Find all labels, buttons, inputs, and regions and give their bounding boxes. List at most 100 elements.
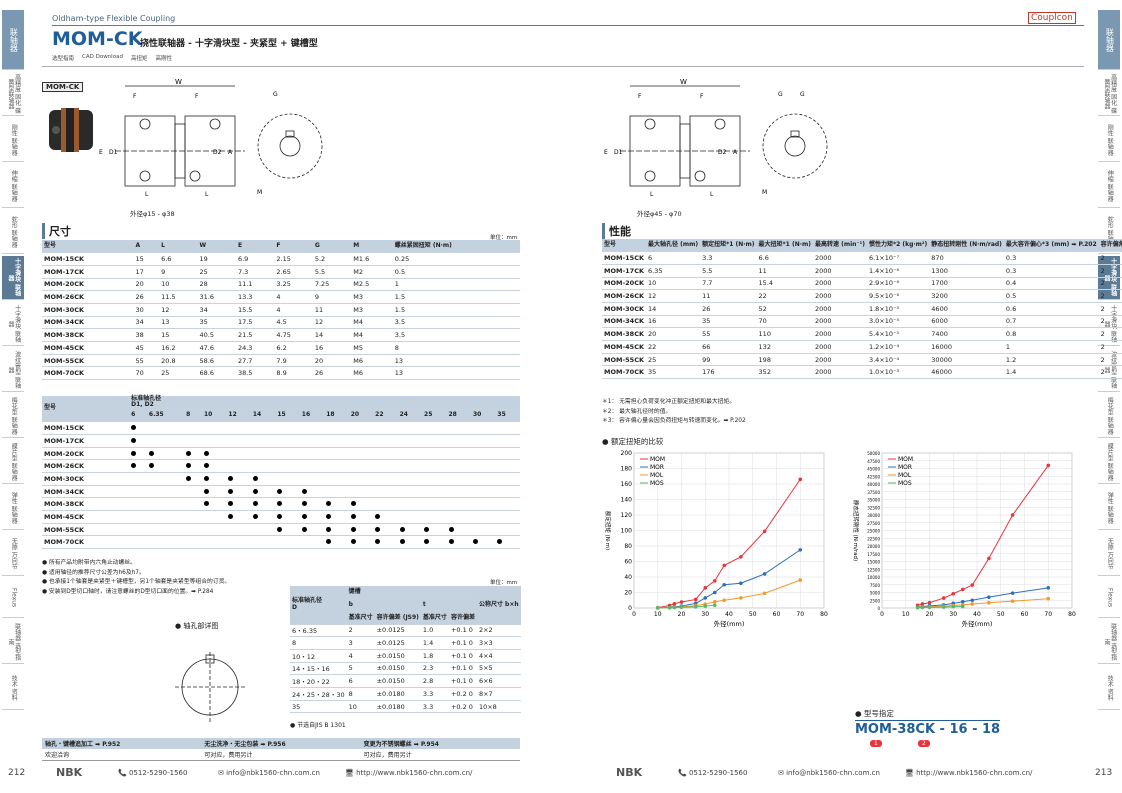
keyway-cell: 2×2 (476, 624, 521, 638)
bore-cell (397, 472, 423, 486)
dim-cell: 25 (197, 265, 236, 279)
side-tab[interactable]: 高精度 固化 碟簧型联轴器 (2, 72, 24, 116)
side-tab[interactable]: 弹性 联轴器 (1098, 486, 1120, 530)
x-tick-label: 10 (654, 611, 662, 618)
dim-cell: M4 (351, 316, 393, 330)
dim-cell: 15 (133, 252, 160, 266)
side-tab[interactable]: 梅花型 联轴器 (1098, 394, 1120, 438)
side-tab[interactable]: 十字滑块 联轴器 (2, 256, 24, 300)
perf-cell: 1.2×10⁻⁴ (866, 340, 930, 354)
keyway-std-header: 标准轴孔径 D (290, 586, 347, 625)
side-tab[interactable]: 联轴器 (1098, 10, 1120, 70)
perf-cell: 2000 (813, 340, 867, 354)
dim-cell: M3 (351, 290, 393, 304)
side-tab[interactable]: 联轴器 选型指南 (1098, 620, 1120, 664)
dim-A: A (228, 149, 233, 156)
bore-cell (146, 421, 185, 435)
x-tick-label: 80 (820, 611, 828, 618)
perf-cell: 0.5 (1003, 289, 1099, 303)
perf-cell: 2000 (813, 251, 867, 265)
bore-cell (495, 510, 520, 524)
dim-cell: M2 (351, 265, 393, 279)
side-tab[interactable]: 无隙 万向节 (2, 532, 24, 576)
footer-mail-left[interactable]: ✉ info@nbk1560-chn.com.cn (218, 769, 320, 777)
keyway-cell: 8 (290, 636, 347, 650)
note-item: ● 也承接1个轴套是夹紧型＋键槽型，另1个轴套是夹紧型等组合的订货。 (42, 579, 231, 585)
footer-mail-right[interactable]: ✉ info@nbk1560-chn.com.cn (778, 769, 880, 777)
data-point (693, 605, 698, 609)
perf-cell: 70 (756, 315, 813, 329)
side-tab[interactable]: 梅花型 联轴器 (2, 394, 24, 438)
side-tab[interactable]: 十字滑块 联轴器 (2, 302, 24, 346)
bore-cell (201, 523, 227, 537)
perf-cell: 2 (1098, 353, 1122, 367)
available-dot (375, 526, 381, 532)
service-item[interactable]: 变更为不锈钢螺丝 ➡ P.954 可对应，费用另计 (360, 738, 520, 761)
side-tab[interactable]: 膜片型 联轴器 (2, 440, 24, 484)
guide-link[interactable]: 选型指南 (52, 54, 74, 62)
side-tab[interactable]: 弹性 联轴器 (2, 486, 24, 530)
dim-header: A (133, 240, 160, 254)
perf-cell: 2 (1098, 315, 1122, 329)
bore-cell (226, 447, 251, 461)
bore-cell (397, 535, 423, 550)
dim-cell: 1 (392, 278, 520, 292)
legend-label: MOS (650, 480, 664, 487)
keyway-cell: +0.2 0 (448, 700, 477, 714)
keyway-cell: ±0.0150 (374, 662, 421, 676)
perf-cell: 12 (646, 289, 701, 303)
side-tab[interactable]: 伸缩 联轴器 (2, 164, 24, 208)
side-tab[interactable]: 联轴器 (2, 10, 24, 70)
side-tab[interactable]: 无隙 万向节 (1098, 532, 1120, 576)
bore-cell (146, 447, 185, 461)
service-item[interactable]: 无尘洗净・无尘包装 ➡ P.956 可对应，费用另计 (201, 738, 361, 761)
keyway-drawing (170, 637, 270, 732)
side-tab[interactable]: 联轴器 选型指南 (2, 620, 24, 664)
perf-cell: MOM-70CK (602, 365, 647, 380)
dim-W: W (175, 78, 182, 86)
bore-cell (299, 472, 325, 486)
side-tab[interactable]: 技术 资料 (2, 666, 24, 710)
side-tab[interactable]: 刚性 联轴器 (1098, 118, 1120, 162)
x-tick-label: 40 (725, 611, 733, 618)
cad-link[interactable]: CAD Download (82, 54, 123, 62)
service-item[interactable]: 轴孔・键槽追加工 ➡ P.952 欢迎洽询 (42, 738, 202, 761)
bore-cell (348, 447, 374, 461)
side-tab[interactable]: 蛇形 联轴器 (2, 210, 24, 254)
side-tab[interactable]: Flexus (1098, 578, 1120, 618)
table-row: MOM-34CK16357020003.0×10⁻⁵60000.72170 (602, 315, 1122, 329)
perf-cell: 5.4×10⁻⁵ (866, 327, 930, 341)
bore-cell (201, 447, 227, 461)
diagram-right: W F F E D1 D2 A L L G G M (600, 76, 840, 211)
bore-cell (184, 510, 202, 524)
dim-cell: 4 (274, 303, 313, 317)
dim-cell: 34 (197, 303, 236, 317)
side-tab[interactable]: 膜片型 联轴器 (1098, 440, 1120, 484)
available-dot (277, 526, 283, 532)
b-header: b (346, 598, 421, 612)
dim-G: G (273, 91, 278, 98)
side-tab[interactable]: 技术 资料 (1098, 666, 1120, 710)
perf-cell: 2000 (813, 289, 867, 303)
header-rule (52, 25, 1084, 26)
available-dot (326, 539, 332, 545)
side-tab[interactable]: 高精度 固化 碟簧型联轴器 (1098, 72, 1120, 116)
dim-header: G (312, 240, 352, 254)
footer-url-right[interactable]: 🖥 http://www.nbk1560-chn.com.cn/ (905, 769, 1032, 777)
bore-cell (373, 472, 398, 486)
side-tab[interactable]: 波纹管型 联轴器 (2, 348, 24, 392)
side-tab[interactable]: 伸缩 联轴器 (1098, 164, 1120, 208)
bore-model: MOM-30CK (42, 472, 130, 486)
perf-cell: 2000 (813, 264, 867, 278)
x-tick-label: 30 (949, 611, 957, 618)
data-point (762, 529, 767, 534)
perf-header: 静态扭转刚性 (N·m/rad) (929, 239, 1004, 253)
bore-table: 型号 标准轴孔径 D1, D2 6 6.35 8 10 12 14 15 16 18 20 22 24 25 2… (42, 395, 520, 550)
side-tab[interactable]: Flexus (2, 578, 24, 618)
keyway-cell: 10・12 (290, 649, 347, 663)
side-tab[interactable]: 刚性 联轴器 (2, 118, 24, 162)
footer-url-left[interactable]: 🖥 http://www.nbk1560-chn.com.cn/ (345, 769, 472, 777)
data-point (927, 600, 932, 605)
bore-cell (226, 535, 251, 550)
table-row: 8 3 ±0.0125 1.4 +0.1 0 3×3 (290, 636, 521, 650)
